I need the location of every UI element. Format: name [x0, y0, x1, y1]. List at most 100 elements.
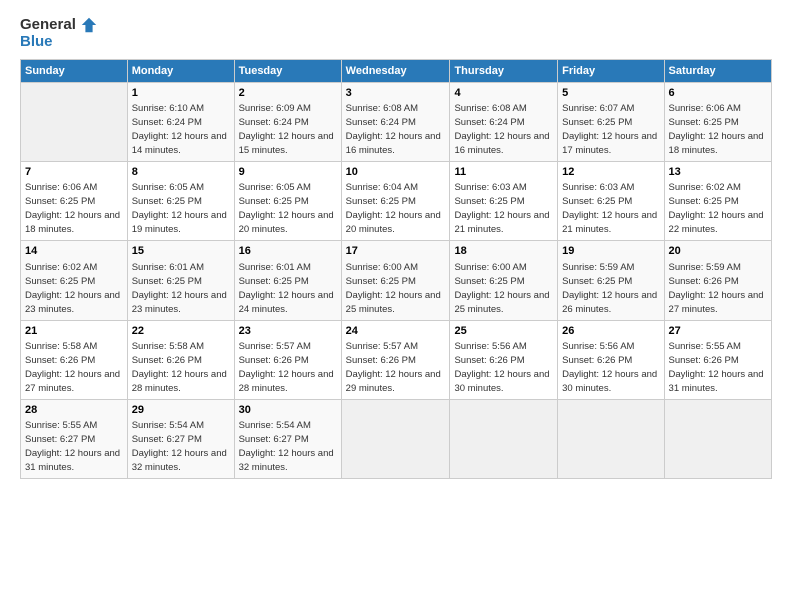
day-info: Sunrise: 6:07 AMSunset: 6:25 PMDaylight:… [562, 103, 657, 156]
day-info: Sunrise: 6:06 AMSunset: 6:25 PMDaylight:… [669, 103, 764, 156]
day-number: 22 [132, 324, 230, 339]
page-header: General Blue [20, 16, 772, 51]
calendar-cell: 8 Sunrise: 6:05 AMSunset: 6:25 PMDaylight… [127, 161, 234, 240]
calendar-cell [341, 400, 450, 479]
weekday-header-saturday: Saturday [664, 59, 771, 82]
calendar-cell: 28Sunrise: 5:55 AMSunset: 6:27 PMDayligh… [21, 400, 128, 479]
day-number: 4 [454, 86, 553, 101]
day-info: Sunrise: 6:08 AMSunset: 6:24 PMDaylight:… [454, 103, 549, 156]
day-number: 14 [25, 244, 123, 259]
calendar-cell: 20 Sunrise: 5:59 AMSunset: 6:26 PMDayligh… [664, 241, 771, 320]
calendar-cell: 16 Sunrise: 6:01 AMSunset: 6:25 PMDayligh… [234, 241, 341, 320]
day-info: Sunrise: 5:55 AMSunset: 6:26 PMDaylight:… [669, 341, 764, 394]
calendar-cell: 26 Sunrise: 5:56 AMSunset: 6:26 PMDayligh… [558, 320, 664, 399]
calendar-cell: 22 Sunrise: 5:58 AMSunset: 6:26 PMDayligh… [127, 320, 234, 399]
day-info: Sunrise: 6:03 AMSunset: 6:25 PMDaylight:… [454, 182, 549, 235]
day-number: 23 [239, 324, 337, 339]
day-number: 9 [239, 165, 337, 180]
day-number: 20 [669, 244, 767, 259]
day-number: 11 [454, 165, 553, 180]
calendar-cell: 15 Sunrise: 6:01 AMSunset: 6:25 PMDayligh… [127, 241, 234, 320]
calendar-cell [664, 400, 771, 479]
day-info: Sunrise: 6:08 AMSunset: 6:24 PMDaylight:… [346, 103, 441, 156]
calendar-cell: 14 Sunrise: 6:02 AMSunset: 6:25 PMDayligh… [21, 241, 128, 320]
day-number: 21 [25, 324, 123, 339]
day-info: Sunrise: 6:01 AMSunset: 6:25 PMDaylight:… [132, 262, 227, 315]
calendar-header-row: SundayMondayTuesdayWednesdayThursdayFrid… [21, 59, 772, 82]
calendar-cell [21, 82, 128, 161]
day-number: 25 [454, 324, 553, 339]
weekday-header-tuesday: Tuesday [234, 59, 341, 82]
calendar-week-1: 1Sunrise: 6:10 AMSunset: 6:24 PMDaylight… [21, 82, 772, 161]
calendar-cell: 5 Sunrise: 6:07 AMSunset: 6:25 PMDaylight… [558, 82, 664, 161]
calendar-cell: 11 Sunrise: 6:03 AMSunset: 6:25 PMDayligh… [450, 161, 558, 240]
day-number: 19 [562, 244, 659, 259]
day-info: Sunrise: 6:05 AMSunset: 6:25 PMDaylight:… [132, 182, 227, 235]
calendar-cell: 18Sunrise: 6:00 AMSunset: 6:25 PMDayligh… [450, 241, 558, 320]
weekday-header-wednesday: Wednesday [341, 59, 450, 82]
day-info: Sunrise: 6:01 AMSunset: 6:25 PMDaylight:… [239, 262, 334, 315]
calendar-week-3: 14 Sunrise: 6:02 AMSunset: 6:25 PMDayligh… [21, 241, 772, 320]
calendar-cell [450, 400, 558, 479]
day-number: 17 [346, 244, 446, 259]
calendar-cell: 29Sunrise: 5:54 AMSunset: 6:27 PMDayligh… [127, 400, 234, 479]
day-info: Sunrise: 5:59 AMSunset: 6:25 PMDaylight:… [562, 262, 657, 315]
logo: General Blue [20, 16, 98, 51]
day-info: Sunrise: 5:57 AMSunset: 6:26 PMDaylight:… [239, 341, 334, 394]
day-number: 28 [25, 403, 123, 418]
day-info: Sunrise: 5:59 AMSunset: 6:26 PMDaylight:… [669, 262, 764, 315]
weekday-header-friday: Friday [558, 59, 664, 82]
calendar-cell: 21 Sunrise: 5:58 AMSunset: 6:26 PMDayligh… [21, 320, 128, 399]
calendar-week-5: 28Sunrise: 5:55 AMSunset: 6:27 PMDayligh… [21, 400, 772, 479]
calendar-cell: 4 Sunrise: 6:08 AMSunset: 6:24 PMDaylight… [450, 82, 558, 161]
calendar-cell: 2 Sunrise: 6:09 AMSunset: 6:24 PMDaylight… [234, 82, 341, 161]
day-number: 7 [25, 165, 123, 180]
day-number: 8 [132, 165, 230, 180]
calendar-cell: 17 Sunrise: 6:00 AMSunset: 6:25 PMDayligh… [341, 241, 450, 320]
day-number: 13 [669, 165, 767, 180]
day-info: Sunrise: 6:02 AMSunset: 6:25 PMDaylight:… [669, 182, 764, 235]
weekday-header-thursday: Thursday [450, 59, 558, 82]
day-number: 27 [669, 324, 767, 339]
day-number: 30 [239, 403, 337, 418]
calendar-cell: 25 Sunrise: 5:56 AMSunset: 6:26 PMDayligh… [450, 320, 558, 399]
day-number: 5 [562, 86, 659, 101]
day-number: 29 [132, 403, 230, 418]
day-info: Sunrise: 6:09 AMSunset: 6:24 PMDaylight:… [239, 103, 334, 156]
day-number: 1 [132, 86, 230, 101]
day-number: 10 [346, 165, 446, 180]
weekday-header-monday: Monday [127, 59, 234, 82]
calendar-cell [558, 400, 664, 479]
day-info: Sunrise: 6:06 AMSunset: 6:25 PMDaylight:… [25, 182, 120, 235]
logo-image: General Blue [20, 16, 98, 51]
day-info: Sunrise: 6:05 AMSunset: 6:25 PMDaylight:… [239, 182, 334, 235]
calendar-cell: 19 Sunrise: 5:59 AMSunset: 6:25 PMDayligh… [558, 241, 664, 320]
day-number: 2 [239, 86, 337, 101]
day-number: 12 [562, 165, 659, 180]
calendar-cell: 23 Sunrise: 5:57 AMSunset: 6:26 PMDayligh… [234, 320, 341, 399]
day-info: Sunrise: 6:04 AMSunset: 6:25 PMDaylight:… [346, 182, 441, 235]
day-number: 24 [346, 324, 446, 339]
calendar-cell: 24 Sunrise: 5:57 AMSunset: 6:26 PMDayligh… [341, 320, 450, 399]
day-number: 26 [562, 324, 659, 339]
day-info: Sunrise: 5:57 AMSunset: 6:26 PMDaylight:… [346, 341, 441, 394]
calendar-week-2: 7 Sunrise: 6:06 AMSunset: 6:25 PMDaylight… [21, 161, 772, 240]
calendar-cell: 1Sunrise: 6:10 AMSunset: 6:24 PMDaylight… [127, 82, 234, 161]
day-info: Sunrise: 5:56 AMSunset: 6:26 PMDaylight:… [562, 341, 657, 394]
day-number: 6 [669, 86, 767, 101]
calendar-cell: 13 Sunrise: 6:02 AMSunset: 6:25 PMDayligh… [664, 161, 771, 240]
calendar-cell: 10 Sunrise: 6:04 AMSunset: 6:25 PMDayligh… [341, 161, 450, 240]
day-info: Sunrise: 5:54 AMSunset: 6:27 PMDaylight:… [239, 420, 334, 473]
day-number: 3 [346, 86, 446, 101]
calendar-cell: 7 Sunrise: 6:06 AMSunset: 6:25 PMDaylight… [21, 161, 128, 240]
day-info: Sunrise: 6:00 AMSunset: 6:25 PMDaylight:… [454, 262, 549, 315]
day-number: 15 [132, 244, 230, 259]
day-info: Sunrise: 5:58 AMSunset: 6:26 PMDaylight:… [132, 341, 227, 394]
day-info: Sunrise: 5:56 AMSunset: 6:26 PMDaylight:… [454, 341, 549, 394]
day-info: Sunrise: 6:00 AMSunset: 6:25 PMDaylight:… [346, 262, 441, 315]
day-info: Sunrise: 5:58 AMSunset: 6:26 PMDaylight:… [25, 341, 120, 394]
calendar-week-4: 21 Sunrise: 5:58 AMSunset: 6:26 PMDayligh… [21, 320, 772, 399]
calendar-cell: 9 Sunrise: 6:05 AMSunset: 6:25 PMDaylight… [234, 161, 341, 240]
day-info: Sunrise: 6:02 AMSunset: 6:25 PMDaylight:… [25, 262, 120, 315]
day-number: 16 [239, 244, 337, 259]
